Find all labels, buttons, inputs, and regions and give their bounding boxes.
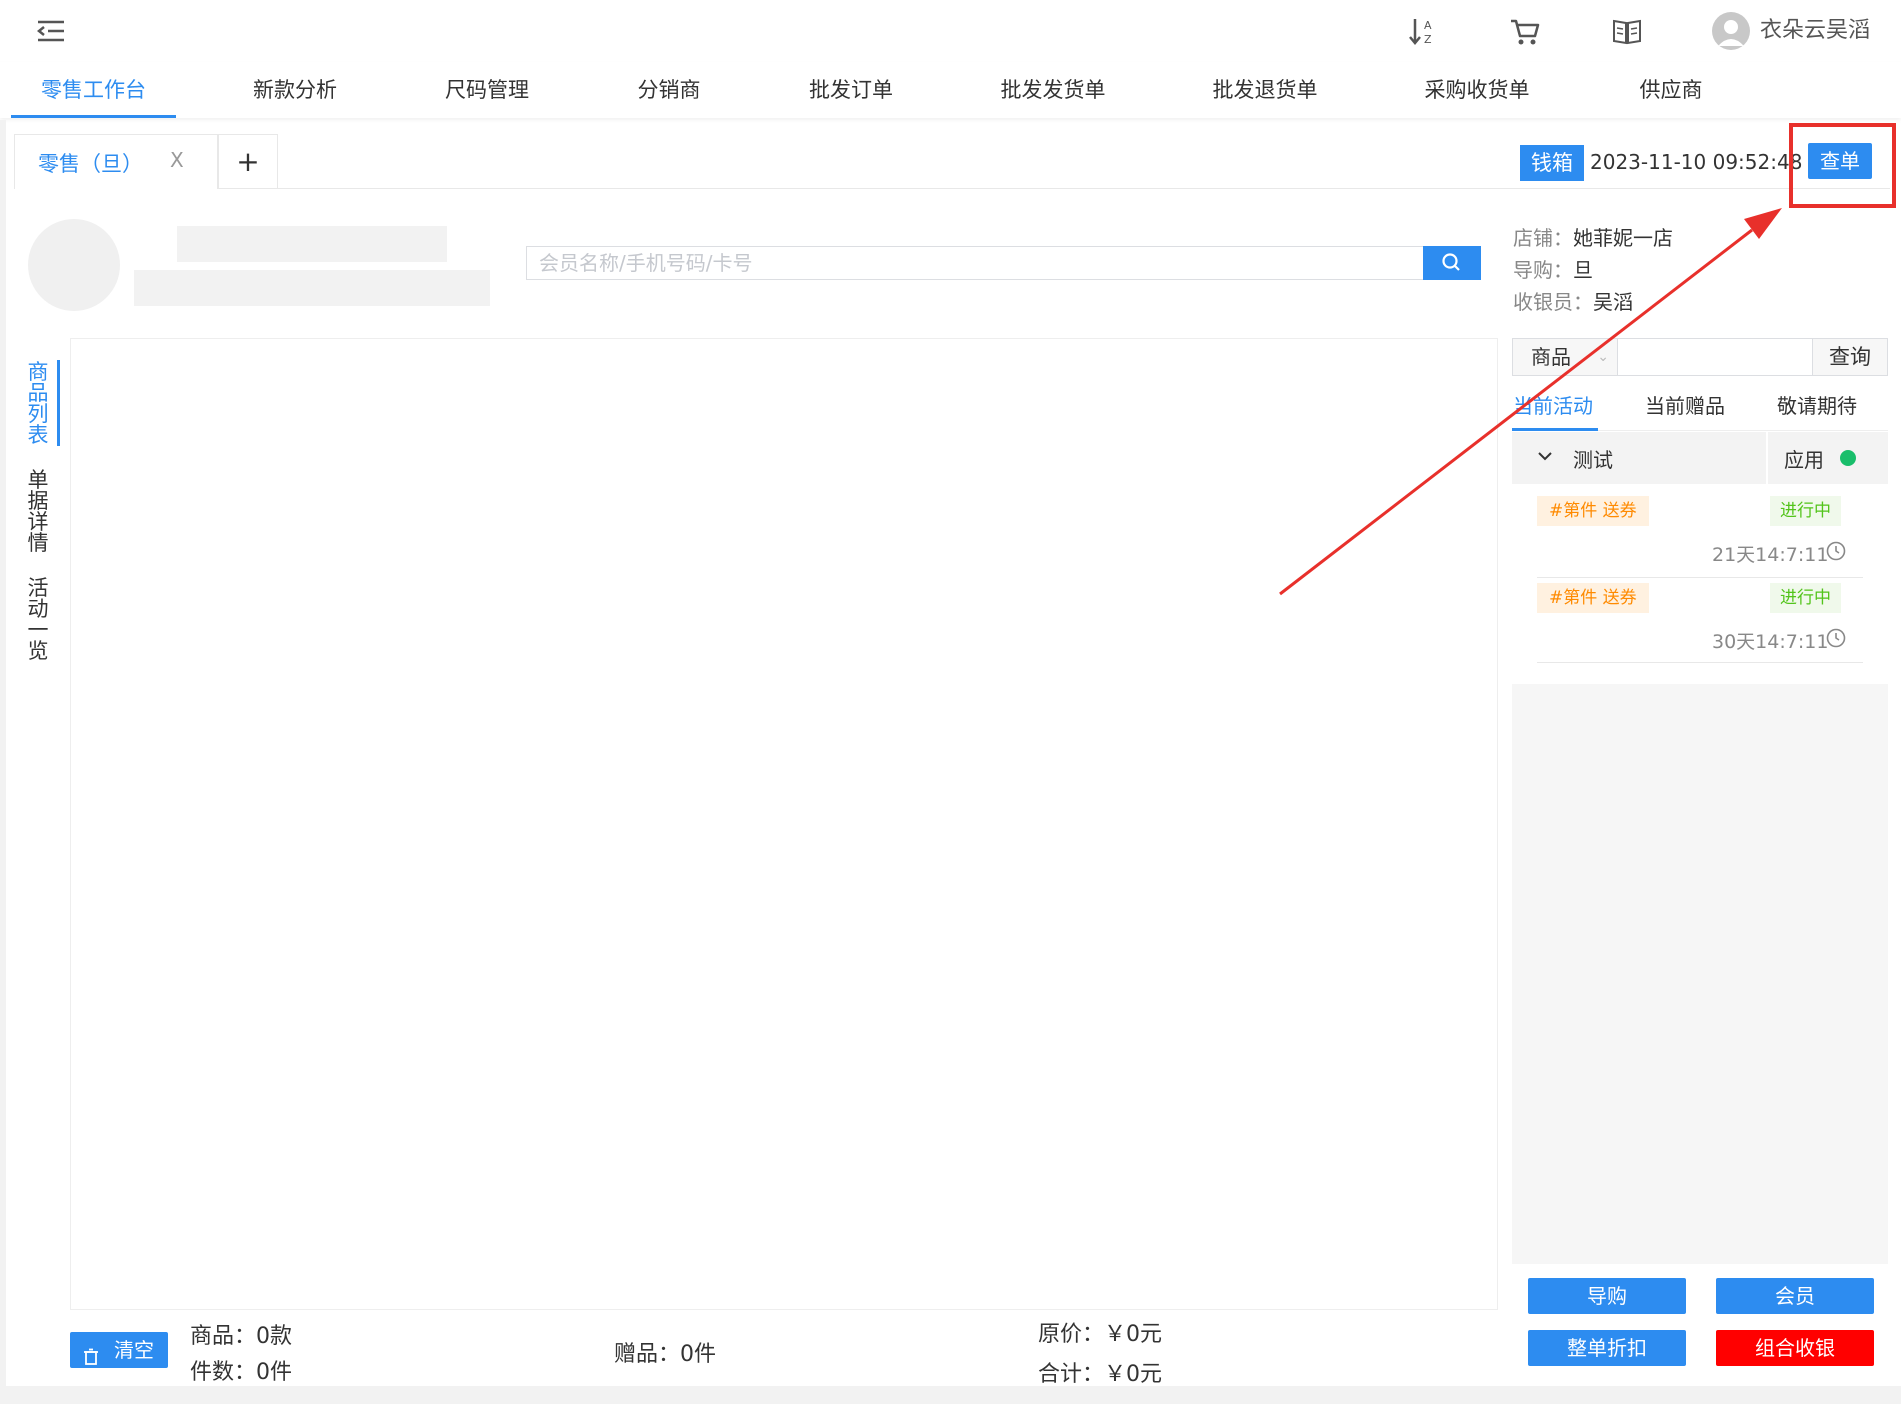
clear-button[interactable]: 清空 <box>70 1332 168 1368</box>
member-name-skeleton <box>177 226 447 262</box>
promotion-status: 进行中 <box>1770 583 1841 613</box>
store-value: 她菲妮一店 <box>1573 226 1673 250</box>
side-tab-active-indicator <box>57 360 60 446</box>
left-border <box>0 120 6 1404</box>
tab-coming-soon[interactable]: 敬请期待 <box>1777 390 1857 419</box>
search-icon[interactable] <box>1423 246 1481 280</box>
promotion-header-divider <box>1766 432 1768 484</box>
book-icon[interactable] <box>1610 14 1644 48</box>
promotion-divider <box>1537 577 1863 578</box>
goods-type-value: 商品 <box>1531 345 1571 369</box>
promotion-tag: #第件 送券 <box>1537 496 1649 526</box>
original-price: 原价：￥0元 <box>1038 1322 1162 1347</box>
clear-button-label: 清空 <box>114 1338 154 1362</box>
cart-icon[interactable] <box>1508 14 1542 48</box>
promotion-status: 进行中 <box>1770 496 1841 526</box>
nav-distributors[interactable]: 分销商 <box>604 62 734 118</box>
side-tab-product-list[interactable]: 商品列表 <box>26 362 50 446</box>
guide-button[interactable]: 导购 <box>1528 1278 1686 1314</box>
svg-text:A: A <box>1424 19 1432 32</box>
clock-icon <box>1826 628 1846 648</box>
member-info-skeleton <box>134 270 490 306</box>
apply-status-dot <box>1840 450 1856 466</box>
promotion-tag: #第件 送券 <box>1537 583 1649 613</box>
nav-wholesale-orders[interactable]: 批发订单 <box>786 62 916 118</box>
nav-new-style-analysis[interactable]: 新款分析 <box>230 62 360 118</box>
promotion-time: 21天14:7:11 <box>1712 544 1829 566</box>
tab-active-indicator <box>1512 428 1598 431</box>
cashbox-button[interactable]: 钱箱 <box>1520 145 1584 181</box>
total-price: 合计：￥0元 <box>1038 1362 1162 1387</box>
annotation-highlight-box <box>1789 123 1896 208</box>
promotion-time: 30天14:7:11 <box>1712 631 1829 653</box>
nav-size-management[interactable]: 尺码管理 <box>422 62 552 118</box>
gift-count: 赠品：0件 <box>614 1342 716 1367</box>
nav-retail-workbench[interactable]: 零售工作台 <box>11 62 176 118</box>
pieces-count: 件数：0件 <box>190 1360 292 1385</box>
combined-payment-button[interactable]: 组合收银 <box>1716 1330 1874 1366</box>
member-search-input[interactable] <box>526 246 1424 280</box>
side-tab-activity-overview[interactable]: 活动一览 <box>26 578 50 662</box>
nav-active-indicator <box>11 115 176 118</box>
clock-icon <box>1826 541 1846 561</box>
whole-order-discount-button[interactable]: 整单折扣 <box>1528 1330 1686 1366</box>
guide-label: 导购： <box>1513 258 1573 282</box>
member-avatar-placeholder <box>28 219 120 311</box>
menu-fold-icon[interactable] <box>34 14 68 48</box>
nav-suppliers[interactable]: 供应商 <box>1606 62 1736 118</box>
sort-az-icon[interactable]: A Z <box>1406 14 1440 48</box>
nav-wholesale-shipments[interactable]: 批发发货单 <box>978 62 1128 118</box>
cashier-value: 吴滔 <box>1593 290 1633 314</box>
svg-text:Z: Z <box>1424 33 1432 46</box>
user-name[interactable]: 衣朵云吴滔 <box>1760 14 1870 48</box>
promotion-name: 测试 <box>1573 448 1613 472</box>
doc-tab-label[interactable]: 零售（旦） <box>38 148 143 178</box>
tab-current-gifts[interactable]: 当前赠品 <box>1645 390 1725 419</box>
nav-purchase-receipts[interactable]: 采购收货单 <box>1402 62 1552 118</box>
close-icon[interactable]: X <box>170 148 184 172</box>
chevron-down-icon: ⌄ <box>1597 349 1609 365</box>
store-label: 店铺： <box>1513 226 1573 250</box>
goods-search-input[interactable] <box>1617 338 1813 376</box>
product-list-panel <box>70 338 1498 1310</box>
trash-icon <box>82 1341 100 1365</box>
member-button[interactable]: 会员 <box>1716 1278 1874 1314</box>
add-tab-button[interactable]: + <box>218 134 278 189</box>
promotion-divider <box>1537 662 1863 663</box>
current-datetime: 2023-11-10 09:52:48 <box>1590 150 1803 174</box>
cashier-label: 收银员： <box>1513 290 1593 314</box>
side-tab-document-details[interactable]: 单据详情 <box>26 470 50 554</box>
nav-wholesale-returns[interactable]: 批发退货单 <box>1190 62 1340 118</box>
bottom-border <box>0 1386 1901 1404</box>
goods-query-button[interactable]: 查询 <box>1812 338 1888 376</box>
cashier-info: 收银员：吴滔 <box>1513 286 1633 315</box>
goods-count: 商品：0款 <box>190 1324 292 1349</box>
promotion-header[interactable] <box>1512 432 1888 484</box>
guide-info: 导购：旦 <box>1513 254 1593 283</box>
tab-current-activities[interactable]: 当前活动 <box>1513 390 1593 419</box>
chevron-down-icon[interactable] <box>1535 446 1555 466</box>
goods-type-select[interactable]: 商品 ⌄ <box>1512 338 1618 376</box>
guide-value: 旦 <box>1573 258 1593 282</box>
user-avatar-icon[interactable] <box>1712 12 1750 50</box>
store-info: 店铺：她菲妮一店 <box>1513 222 1673 251</box>
apply-label[interactable]: 应用 <box>1784 444 1824 473</box>
